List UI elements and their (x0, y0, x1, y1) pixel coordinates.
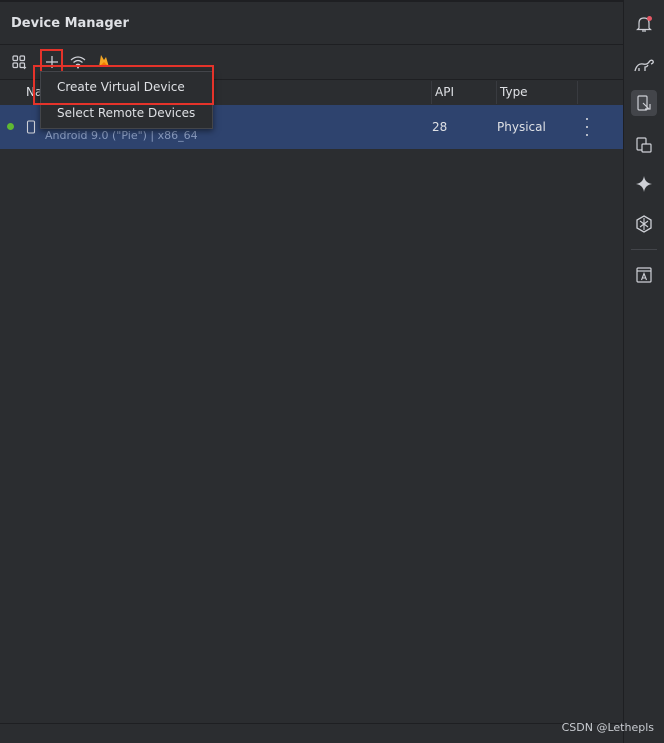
column-divider (496, 81, 497, 104)
bottom-divider (0, 723, 623, 724)
status-online-indicator (7, 123, 14, 130)
device-group-icon[interactable] (9, 52, 29, 72)
more-actions-icon[interactable] (580, 118, 594, 136)
gradle-icon[interactable] (631, 52, 657, 78)
watermark: CSDN @Lethepls (561, 721, 654, 734)
device-manager-icon[interactable] (631, 90, 657, 116)
column-header-type[interactable]: Type (500, 80, 528, 105)
header-divider (0, 44, 623, 45)
right-toolbar-separator (631, 249, 657, 250)
running-devices-icon[interactable] (631, 132, 657, 158)
device-type: Physical (497, 120, 546, 134)
column-header-api[interactable]: API (435, 80, 454, 105)
menu-highlight-box (33, 65, 214, 105)
panel-title: Device Manager (11, 16, 129, 31)
notifications-icon[interactable] (631, 11, 657, 37)
device-api: 28 (432, 120, 448, 134)
layout-inspector-icon[interactable] (631, 262, 657, 288)
top-divider (0, 0, 664, 2)
menu-item-select-remote-devices[interactable]: Select Remote Devices (57, 106, 195, 120)
column-divider (431, 81, 432, 104)
column-divider (577, 81, 578, 104)
phone-icon (21, 117, 41, 137)
gemini-icon[interactable] (631, 171, 657, 197)
device-subtitle: Android 9.0 ("Pie") | x86_64 (45, 129, 198, 142)
app-quality-icon[interactable] (631, 211, 657, 237)
